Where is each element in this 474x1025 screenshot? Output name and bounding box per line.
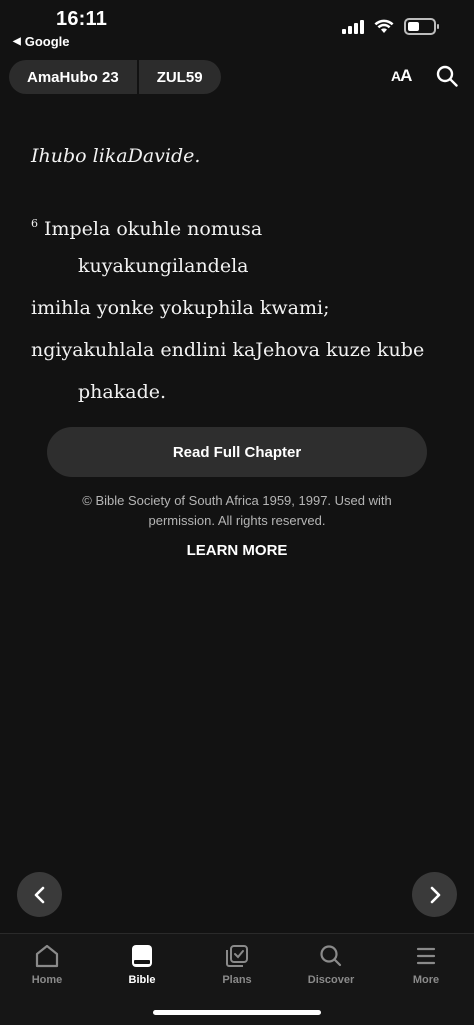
tab-label: Bible (128, 974, 156, 986)
back-app-label: Google (24, 34, 70, 49)
version-button[interactable]: ZUL59 (139, 60, 221, 94)
back-arrow-icon: ◀ (13, 36, 21, 47)
bible-icon (132, 945, 152, 967)
verse-line: ngiyakuhlala endlini kaJehova kuze kube (31, 339, 425, 361)
home-indicator[interactable] (153, 1010, 321, 1015)
tab-label: Discover (307, 974, 355, 986)
tab-home[interactable]: Home (12, 942, 82, 986)
plans-icon (226, 945, 248, 967)
font-size-button[interactable]: AA (391, 66, 412, 86)
tab-bible[interactable]: Bible (107, 942, 177, 986)
status-time: 16:11 (56, 8, 108, 30)
discover-icon (320, 945, 342, 967)
previous-chapter-button[interactable] (17, 872, 62, 917)
font-size-big-glyph: A (400, 66, 412, 85)
chevron-right-icon (430, 886, 440, 903)
font-size-small-glyph: A (391, 68, 401, 84)
tab-label: Home (31, 974, 63, 986)
learn-more-link[interactable]: LEARN MORE (0, 542, 474, 559)
status-bar: 16:11 ◀ Google (0, 0, 474, 54)
copyright-notice: © Bible Society of South Africa 1959, 19… (82, 493, 392, 528)
read-full-chapter-button[interactable]: Read Full Chapter (47, 427, 427, 477)
tab-plans[interactable]: Plans (202, 942, 272, 986)
book-chapter-button[interactable]: AmaHubo 23 (9, 60, 137, 94)
book-version-selector: AmaHubo 23 ZUL59 (9, 60, 221, 94)
chevron-left-icon (34, 886, 44, 903)
next-chapter-button[interactable] (412, 872, 457, 917)
battery-icon (404, 18, 439, 35)
more-icon (416, 947, 436, 965)
tab-label: Plans (222, 974, 252, 986)
home-icon (35, 944, 59, 968)
verse-block: 6 Impela okuhle nomusa kuyakungilandela i… (31, 210, 451, 420)
verse-line: phakade. (78, 381, 167, 403)
verse-line: kuyakungilandela (78, 255, 249, 277)
verse-line: imihla yonke yokuphila kwami; (31, 297, 330, 319)
search-icon[interactable] (436, 65, 458, 87)
verse-line: 6 Impela okuhle nomusa (31, 210, 451, 252)
reader-header: AmaHubo 23 ZUL59 AA (0, 58, 474, 98)
tab-label: More (412, 974, 440, 986)
psalm-heading: Ihubo likaDavide. (31, 145, 201, 167)
tab-discover[interactable]: Discover (296, 942, 366, 986)
status-icons (342, 18, 439, 35)
verse-text: Impela okuhle nomusa (44, 218, 263, 240)
wifi-icon (374, 19, 394, 33)
bible-reader-screen: 16:11 ◀ Google AmaHubo 23 ZUL59 AA Ihubo… (0, 0, 474, 1025)
verse-number: 6 (31, 217, 38, 230)
back-to-google-link[interactable]: ◀ Google (13, 34, 69, 49)
cellular-signal-icon (342, 19, 364, 34)
tab-more[interactable]: More (391, 942, 461, 986)
